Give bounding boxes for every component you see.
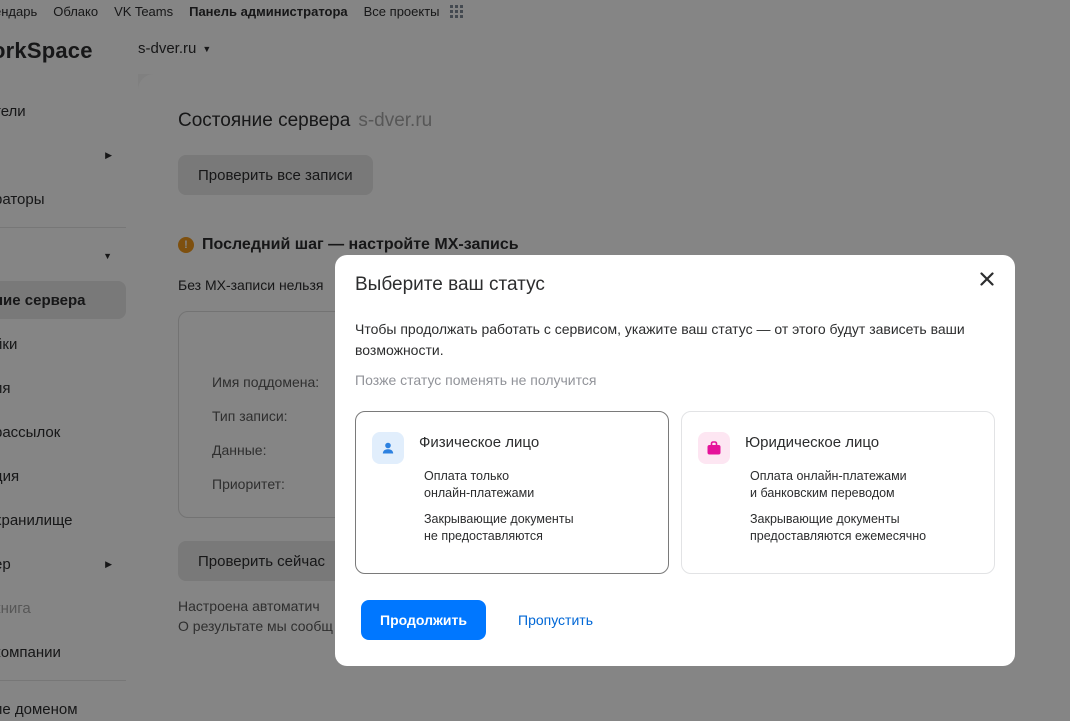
dialog-title: Выберите ваш статус: [355, 274, 545, 295]
skip-button[interactable]: Пропустить: [518, 612, 593, 628]
status-selection-dialog: Выберите ваш статус Чтобы продолжать раб…: [335, 255, 1015, 666]
status-option-legal-entity[interactable]: Юридическое лицо Оплата онлайн-платежами…: [681, 411, 995, 574]
close-icon[interactable]: [975, 267, 999, 291]
status-option-documents: Закрывающие документы не предоставляются: [424, 512, 574, 543]
status-option-payment: Оплата онлайн-платежами и банковским пер…: [750, 469, 907, 500]
person-icon: [372, 432, 404, 464]
continue-button[interactable]: Продолжить: [361, 600, 486, 640]
status-option-title: Физическое лицо: [419, 434, 540, 451]
status-option-title: Юридическое лицо: [745, 434, 880, 451]
status-option-documents: Закрывающие документы предоставляются еж…: [750, 512, 927, 543]
briefcase-icon: [698, 432, 730, 464]
dialog-description: Чтобы продолжать работать с сервисом, ук…: [355, 321, 965, 358]
status-option-payment: Оплата только онлайн-платежами: [424, 469, 535, 500]
status-option-individual[interactable]: Физическое лицо Оплата только онлайн-пла…: [355, 411, 669, 574]
dialog-hint: Позже статус поменять не получится: [355, 372, 597, 388]
